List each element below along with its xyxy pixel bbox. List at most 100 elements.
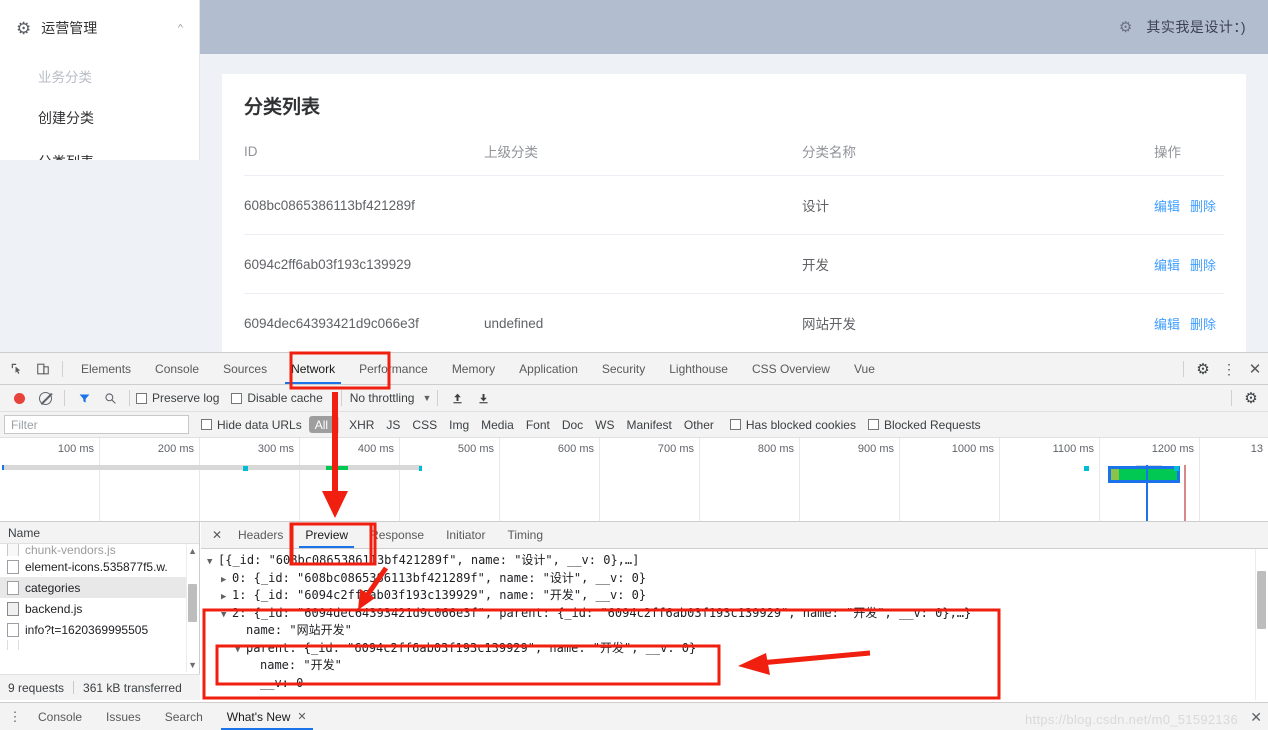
preserve-log-checkbox[interactable] [136,392,147,404]
json-line[interactable]: name: "网站开发" [207,622,1268,640]
scrollbar-thumb[interactable] [1257,571,1266,629]
export-har-icon[interactable] [470,385,496,411]
sidebar-item-create-category[interactable]: 创建分类 [0,96,199,140]
type-filter-doc[interactable]: Doc [556,416,589,433]
tab-response[interactable]: Response [359,522,435,548]
filter-icon[interactable] [71,385,97,411]
file-icon [7,622,19,637]
sidebar-item-label: 创建分类 [38,110,94,126]
device-toolbar-icon[interactable] [30,356,56,382]
tab-application[interactable]: Application [507,353,590,384]
chevron-up-icon[interactable]: ^ [178,23,183,33]
gear-icon[interactable]: ⚙ [1190,356,1216,382]
kebab-menu-icon[interactable]: ⋮ [1216,356,1242,382]
json-line[interactable]: ▼ 2: {_id: "6094dec64393421d9c066e3f", pa… [207,605,1268,623]
json-line[interactable]: ▶ 1: {_id: "6094c2ff6ab03f193c139929", na… [207,587,1268,605]
list-item[interactable] [0,640,199,650]
edit-link[interactable]: 编辑 [1154,258,1180,273]
drawer-tab-whats-new[interactable]: What's New ✕ [215,703,319,730]
chevron-down-icon[interactable]: ▼ [422,393,431,403]
edit-link[interactable]: 编辑 [1154,317,1180,332]
import-har-icon[interactable] [444,385,470,411]
delete-link[interactable]: 删除 [1190,258,1216,273]
tab-sources[interactable]: Sources [211,353,279,384]
tab-lighthouse[interactable]: Lighthouse [657,353,740,384]
blocked-requests-checkbox[interactable] [867,419,879,430]
edit-link[interactable]: 编辑 [1154,199,1180,214]
chevron-up-icon[interactable]: ▲ [188,546,197,556]
list-item[interactable]: categories [0,577,199,598]
type-filter-media[interactable]: Media [475,416,520,433]
sidebar-item-business-category[interactable]: 业务分类 [0,56,199,96]
scrollbar-thumb[interactable] [188,584,197,622]
chevron-down-icon[interactable]: ▼ [188,660,197,670]
type-filter-css[interactable]: CSS [406,416,443,433]
close-icon[interactable]: ✕ [1250,709,1262,726]
json-line[interactable]: __v: 0 [207,675,1268,693]
json-line[interactable]: ▼ parent: {_id: "6094c2ff6ab03f193c139929… [207,640,1268,658]
type-filter-manifest[interactable]: Manifest [621,416,678,433]
drawer-tab-issues[interactable]: Issues [94,703,153,730]
tab-elements[interactable]: Elements [69,353,143,384]
list-item[interactable]: chunk-vendors.js [0,544,199,556]
network-timeline-overview[interactable]: 100 ms 200 ms 300 ms 400 ms 500 ms 600 m… [0,438,1268,522]
delete-link[interactable]: 删除 [1190,199,1216,214]
kebab-menu-icon[interactable]: ⋮ [4,709,26,725]
tab-css-overview[interactable]: CSS Overview [740,353,842,384]
timeline-selected-request-bar[interactable] [1108,466,1180,483]
twisty-icon[interactable]: ▼ [235,642,246,660]
json-line[interactable]: ▶ 0: {_id: "608bc0865386113bf421289f", na… [207,570,1268,588]
tab-initiator[interactable]: Initiator [435,522,496,548]
gear-icon[interactable]: ⚙ [1238,385,1264,411]
tab-preview[interactable]: Preview [294,522,359,548]
type-filter-font[interactable]: Font [520,416,556,433]
type-filter-all[interactable]: All [308,416,335,433]
gear-icon[interactable]: ⚙ [1119,18,1132,36]
type-filter-xhr[interactable]: XHR [343,416,380,433]
throttling-select[interactable]: No throttling [350,391,415,405]
json-preview-tree[interactable]: ▼ [{_id: "608bc0865386113bf421289f", name… [201,549,1268,692]
has-blocked-cookies-checkbox[interactable] [729,419,741,430]
type-filter-other[interactable]: Other [678,416,720,433]
delete-link[interactable]: 删除 [1190,317,1216,332]
disable-cache-checkbox[interactable] [231,392,243,404]
column-header-name[interactable]: Name [0,522,199,544]
filter-input[interactable]: Filter [4,415,189,434]
twisty-icon[interactable]: ▼ [207,554,218,572]
json-line[interactable]: name: "开发" [207,657,1268,675]
list-item[interactable]: info?t=1620369995505 [0,619,199,640]
tab-headers[interactable]: Headers [227,522,294,548]
tab-memory[interactable]: Memory [440,353,507,384]
twisty-icon[interactable]: ▼ [221,607,232,625]
type-filter-ws[interactable]: WS [589,416,620,433]
tab-performance[interactable]: Performance [347,353,440,384]
tab-security[interactable]: Security [590,353,657,384]
devtools-drawer: ⋮ Console Issues Search What's New ✕ htt… [0,702,1268,730]
json-line[interactable]: ▼ [{_id: "608bc0865386113bf421289f", name… [207,552,1268,570]
record-icon[interactable] [6,385,32,411]
list-item[interactable]: element-icons.535877f5.w. [0,556,199,577]
inspect-icon[interactable] [4,356,30,382]
sidebar-menu-header[interactable]: ⚙ 运营管理 ^ [0,0,199,56]
close-icon[interactable]: ✕ [297,710,306,723]
tab-network[interactable]: Network [279,353,347,384]
search-icon[interactable] [97,385,123,411]
tab-vue[interactable]: Vue [842,353,887,384]
drawer-tab-search[interactable]: Search [153,703,215,730]
request-list-scrollbar[interactable]: ▲ ▼ [186,544,199,672]
timeline-tick: 600 ms [500,438,600,521]
list-item[interactable]: backend.js [0,598,199,619]
drawer-tab-console[interactable]: Console [26,703,94,730]
close-icon[interactable]: ✕ [207,528,227,542]
type-filter-js[interactable]: JS [380,416,406,433]
clear-icon[interactable] [32,385,58,411]
toolbar-divider [1183,360,1184,377]
json-scrollbar[interactable] [1255,549,1268,700]
json-line-text: 2: {_id: "6094dec64393421d9c066e3f", par… [232,605,972,620]
close-icon[interactable]: ✕ [1242,356,1268,382]
type-filter-img[interactable]: Img [443,416,475,433]
tab-timing[interactable]: Timing [496,522,554,548]
hide-data-urls-checkbox[interactable] [201,419,212,430]
tab-console[interactable]: Console [143,353,211,384]
twisty-icon[interactable]: ▶ [221,589,232,607]
